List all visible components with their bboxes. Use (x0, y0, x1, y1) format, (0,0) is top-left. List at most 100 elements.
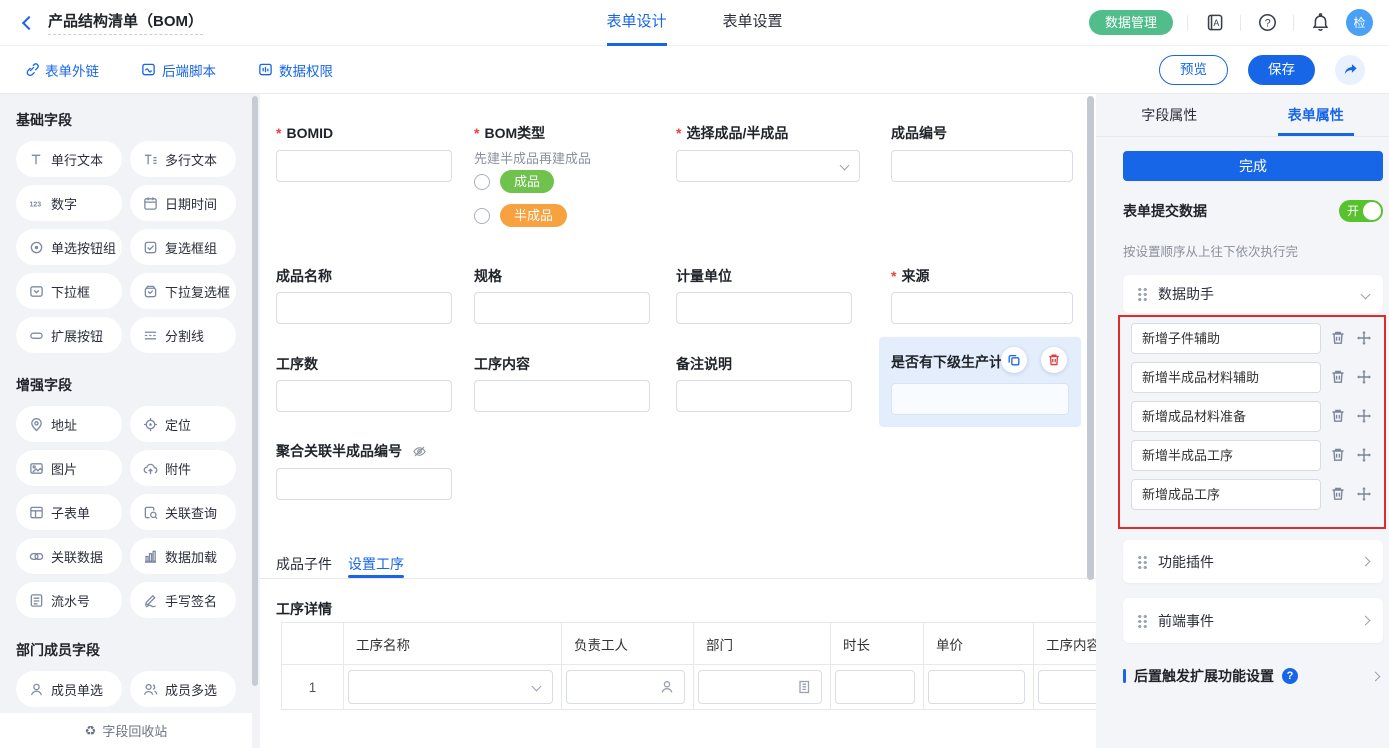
help-icon[interactable]: ? (1255, 11, 1279, 35)
field-recycle-bin[interactable]: ♻ 字段回收站 (0, 713, 252, 748)
worker-picker[interactable] (566, 670, 685, 704)
move-assistant-handle[interactable] (1356, 369, 1372, 385)
tab-form-settings[interactable]: 表单设置 (723, 0, 783, 46)
palette-image[interactable]: 图片 (16, 450, 122, 486)
field-unit[interactable]: 计量单位 (676, 267, 732, 285)
palette-data-load[interactable]: 数据加载 (130, 538, 236, 574)
field-select-product[interactable]: *选择成品/半成品 (676, 124, 788, 142)
product-name-input[interactable] (276, 292, 452, 324)
assistant-item[interactable]: 新增半成品材料辅助 (1131, 362, 1321, 393)
duration-input[interactable] (835, 670, 915, 704)
save-button[interactable]: 保存 (1248, 55, 1315, 85)
move-assistant-handle[interactable] (1356, 486, 1372, 502)
done-button[interactable]: 完成 (1123, 151, 1383, 181)
spec-input[interactable] (474, 292, 650, 324)
field-product-name[interactable]: 成品名称 (276, 267, 332, 285)
delete-assistant-button[interactable] (1330, 330, 1346, 346)
data-permission-button[interactable]: 数据权限 (258, 60, 333, 80)
remark-input[interactable] (676, 380, 852, 412)
tab-form-design[interactable]: 表单设计 (606, 0, 666, 46)
field-process-content[interactable]: 工序内容 (474, 355, 530, 373)
field-product-code[interactable]: 成品编号 (891, 124, 947, 142)
product-code-input[interactable] (891, 150, 1073, 182)
palette-member-single[interactable]: 成员单选 (16, 671, 122, 707)
drag-handle-icon[interactable] (1137, 555, 1148, 569)
selected-field-has-sub-plan[interactable]: 是否有下级生产计 (879, 337, 1081, 427)
palette-select[interactable]: 下拉框 (16, 273, 122, 309)
canvas-scrollbar[interactable] (1087, 96, 1094, 580)
delete-assistant-button[interactable] (1330, 447, 1346, 463)
palette-number[interactable]: 123数字 (16, 185, 122, 221)
field-source[interactable]: *来源 (891, 267, 929, 285)
notification-bell-icon[interactable] (1308, 11, 1332, 35)
drag-handle-icon[interactable] (1137, 287, 1148, 301)
assistant-item[interactable]: 新增子件辅助 (1131, 323, 1321, 354)
tab-product-children[interactable]: 成品子件 (276, 554, 332, 574)
palette-multi-line-text[interactable]: 多行文本 (130, 141, 236, 177)
select-product-dropdown[interactable] (676, 150, 860, 182)
move-assistant-handle[interactable] (1356, 447, 1372, 463)
delete-field-button[interactable] (1041, 347, 1067, 373)
field-bomid[interactable]: *BOMID (276, 124, 333, 142)
tab-form-properties[interactable]: 表单属性 (1243, 94, 1389, 136)
field-remark[interactable]: 备注说明 (676, 355, 732, 373)
process-content-cell-input[interactable] (1038, 670, 1096, 704)
palette-subform[interactable]: 子表单 (16, 494, 122, 530)
avatar[interactable]: 检 (1346, 9, 1373, 36)
palette-datetime[interactable]: 日期时间 (130, 185, 236, 221)
tab-set-process[interactable]: 设置工序 (348, 554, 404, 574)
palette-serial-number[interactable]: 流水号 (16, 582, 122, 618)
process-name-select[interactable] (348, 670, 553, 704)
palette-related-query[interactable]: 关联查询 (130, 494, 236, 530)
preview-button[interactable]: 预览 (1159, 55, 1228, 85)
tab-field-properties[interactable]: 字段属性 (1096, 94, 1243, 136)
bom-type-option-semi[interactable]: 半成品 (474, 204, 567, 227)
palette-member-multi[interactable]: 成员多选 (130, 671, 236, 707)
delete-assistant-button[interactable] (1330, 369, 1346, 385)
move-assistant-handle[interactable] (1356, 408, 1372, 424)
copy-field-button[interactable] (1001, 347, 1027, 373)
has-sub-plan-input[interactable] (891, 383, 1069, 415)
share-button[interactable] (1335, 55, 1365, 85)
external-link-button[interactable]: 表单外链 (24, 60, 99, 80)
palette-address[interactable]: 地址 (16, 406, 122, 442)
unit-input[interactable] (676, 292, 852, 324)
submit-data-toggle[interactable]: 开 (1339, 200, 1383, 222)
palette-single-line-text[interactable]: 单行文本 (16, 141, 122, 177)
address-book-icon[interactable]: A (1202, 11, 1226, 35)
field-process-count[interactable]: 工序数 (276, 355, 318, 373)
data-manage-button[interactable]: 数据管理 (1089, 10, 1173, 35)
help-circle-icon[interactable]: ? (1282, 668, 1298, 684)
source-input[interactable] (891, 292, 1073, 324)
drag-handle-icon[interactable] (1137, 614, 1148, 628)
radio-icon[interactable] (474, 174, 490, 190)
palette-radio-group[interactable]: 单选按钮组 (16, 229, 122, 265)
move-assistant-handle[interactable] (1356, 330, 1372, 346)
assistant-item[interactable]: 新增成品材料准备 (1131, 401, 1321, 432)
aggregate-code-input[interactable] (276, 468, 452, 500)
process-count-input[interactable] (276, 380, 452, 412)
palette-attachment[interactable]: 附件 (130, 450, 236, 486)
bomid-input[interactable] (276, 150, 452, 182)
radio-icon[interactable] (474, 208, 490, 224)
field-spec[interactable]: 规格 (474, 267, 502, 285)
palette-checkbox-group[interactable]: 复选框组 (130, 229, 236, 265)
frontend-events-card[interactable]: 前端事件 (1123, 598, 1383, 643)
palette-divider[interactable]: 分割线 (130, 317, 236, 353)
field-bom-type[interactable]: *BOM类型 (474, 124, 545, 142)
assistant-item[interactable]: 新增半成品工序 (1131, 440, 1321, 471)
unit-price-input[interactable] (928, 670, 1025, 704)
assistant-item[interactable]: 新增成品工序 (1131, 479, 1321, 510)
process-content-input[interactable] (474, 380, 650, 412)
sidebar-scrollbar[interactable] (252, 96, 258, 686)
palette-location[interactable]: 定位 (130, 406, 236, 442)
delete-assistant-button[interactable] (1330, 408, 1346, 424)
palette-multi-select[interactable]: 下拉复选框 (130, 273, 236, 309)
bom-type-option-finished[interactable]: 成品 (474, 170, 554, 193)
field-aggregate-code[interactable]: 聚合关联半成品编号 (276, 442, 427, 460)
post-trigger-row[interactable]: 后置触发扩展功能设置 ? (1123, 666, 1379, 686)
palette-extend-button[interactable]: 扩展按钮 (16, 317, 122, 353)
backend-script-button[interactable]: 后端脚本 (141, 60, 216, 80)
back-button[interactable] (16, 10, 42, 36)
data-assistant-card[interactable]: 数据助手 (1123, 275, 1383, 313)
